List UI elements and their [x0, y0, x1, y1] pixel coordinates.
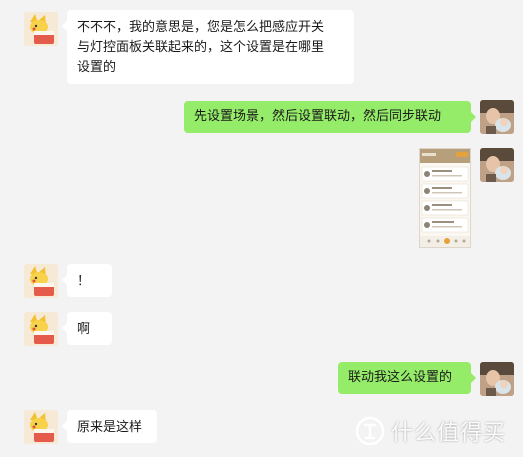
message-bubble-incoming[interactable]: 原来是这样 — [62, 410, 157, 443]
message-text: 不不不，我的意思是，您是怎么把感应开关 与灯控面板关联起来的，这个设置是在哪里 … — [77, 20, 325, 75]
contact-avatar[interactable] — [24, 12, 58, 46]
message-text: 联动我这么设置的 — [348, 370, 453, 385]
message-text: 啊 — [77, 322, 91, 337]
self-avatar[interactable] — [480, 362, 514, 396]
message-bubble-outgoing[interactable]: 先设置场景，然后设置联动，然后同步联动 — [184, 101, 476, 133]
message-text: 先设置场景，然后设置联动，然后同步联动 — [194, 109, 442, 124]
smzdm-logo-icon — [355, 416, 385, 446]
contact-avatar[interactable] — [24, 410, 58, 444]
app-screenshot-image — [420, 149, 470, 247]
contact-avatar[interactable] — [24, 312, 58, 346]
message-bubble-incoming[interactable]: ！ — [62, 264, 112, 297]
message-bubble-incoming[interactable]: 不不不，我的意思是，您是怎么把感应开关 与灯控面板关联起来的，这个设置是在哪里 … — [62, 10, 354, 84]
contact-avatar[interactable] — [24, 264, 58, 298]
image-message-thumbnail[interactable] — [419, 148, 471, 248]
watermark: 什么值得买 — [355, 414, 506, 448]
message-bubble-outgoing[interactable]: 联动我这么设置的 — [338, 362, 476, 394]
message-text: ！ — [77, 274, 91, 289]
message-text: 原来是这样 — [77, 420, 143, 435]
watermark-text: 什么值得买 — [391, 421, 507, 446]
self-avatar[interactable] — [480, 100, 514, 134]
message-bubble-incoming[interactable]: 啊 — [62, 312, 112, 345]
self-avatar[interactable] — [480, 148, 514, 182]
